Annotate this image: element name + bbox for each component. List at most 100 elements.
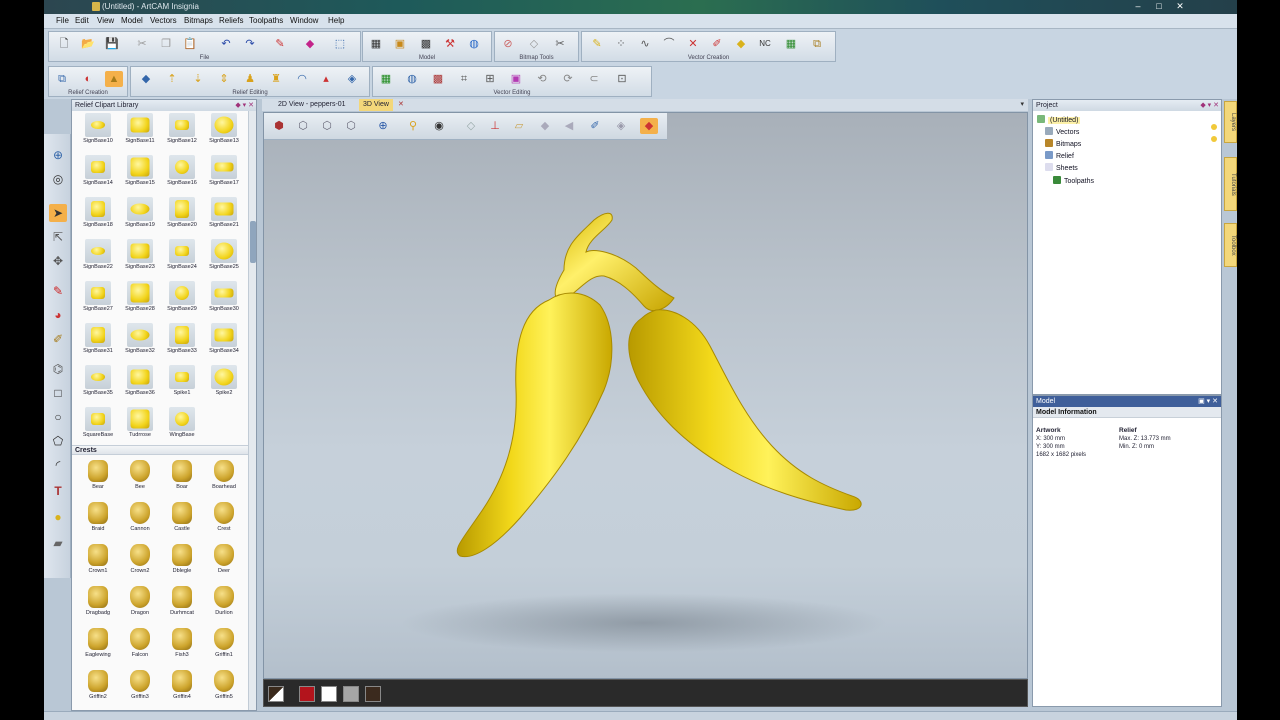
tree-item-toolpaths[interactable]: Toolpaths [1053,176,1094,187]
open-folder-icon[interactable]: 📂 [79,36,97,52]
color-swatch-white[interactable] [321,686,337,702]
vector-nc-icon[interactable]: NC [756,36,774,52]
crest-item[interactable]: Griffin2 [78,667,118,707]
relief-layers-icon[interactable]: ⧉ [53,71,71,87]
fill-drop-icon[interactable]: ● [49,508,67,526]
relief-edit-diamond-icon[interactable]: ◆ [137,71,155,87]
clipart-item[interactable]: SquareBase [78,405,118,445]
crest-item[interactable]: Boarhead [204,457,244,497]
clipart-item[interactable]: SignBase10 [78,111,118,151]
clipart-item[interactable]: SignBase33 [162,321,202,361]
vector-edit-align-icon[interactable]: ⊡ [613,71,631,87]
crest-item[interactable]: Castle [162,499,202,539]
3d-viewport[interactable]: ⬢ ⬡ ⬡ ⬡ ⊕ ⚲ ◉ ◇ ⊥ ▱ ◆ ◀ ✐ ◈ ◆ [263,112,1028,679]
undo-icon[interactable]: ↶ [217,36,235,52]
clipart-item[interactable]: SignBase22 [78,237,118,277]
model-checker-icon[interactable]: ▦ [367,36,385,52]
tab-3d-view[interactable]: 3D View [359,99,393,111]
clipart-item[interactable]: SignBase14 [78,153,118,193]
clipart-item[interactable]: SignBase32 [120,321,160,361]
menu-vectors[interactable]: Vectors [150,16,177,25]
tree-item-relief[interactable]: Relief [1045,151,1074,162]
menu-window[interactable]: Window [290,16,318,25]
fg-bg-color-swatch[interactable] [268,686,284,702]
vector-edit-rotate-icon[interactable]: ⟲ [533,71,551,87]
clipart-item[interactable]: SignBase31 [78,321,118,361]
library-scrollbar[interactable] [248,111,256,710]
relief-plane-icon[interactable]: ◈ [343,71,361,87]
vector-spline-icon[interactable]: ∿ [636,36,654,52]
relief-raise-icon[interactable]: ♜ [267,71,285,87]
rectangle-icon[interactable]: □ [49,384,67,402]
relief-offset-icon[interactable]: ♟ [241,71,259,87]
node-edit-icon[interactable]: ⇱ [49,228,67,246]
clipart-item[interactable]: WingBase [162,405,202,445]
model-image-icon[interactable]: ▩ [417,36,435,52]
crest-item[interactable]: Boar [162,457,202,497]
import-icon[interactable]: ⬚ [331,36,349,52]
crest-item[interactable]: Falcon [120,625,160,665]
vector-arc-icon[interactable]: ⌒ [660,36,678,52]
axes-icon[interactable]: ⊥ [486,118,504,134]
clipart-item[interactable]: SignBase15 [120,153,160,193]
clipart-item[interactable]: SignBase11 [120,111,160,151]
clipart-item[interactable]: SignBase12 [162,111,202,151]
text-icon[interactable]: T [49,482,67,500]
side-view-icon[interactable]: ⬡ [318,118,336,134]
clipart-item[interactable]: SignBase13 [204,111,244,151]
menu-help[interactable]: Help [328,16,344,25]
crest-item[interactable]: Crest [204,499,244,539]
crest-item[interactable]: Eaglewing [78,625,118,665]
vector-edit-scale-icon[interactable]: ⊞ [481,71,499,87]
side-tab-toolbox[interactable]: Toolbox [1224,223,1237,267]
crest-item[interactable]: Bear [78,457,118,497]
library-scroll-thumb[interactable] [250,221,256,263]
paint-brush-icon[interactable]: ✐ [586,118,604,134]
close-button[interactable]: ✕ [1171,1,1189,12]
side-tab-layers[interactable]: Layers [1224,101,1237,143]
redo-icon[interactable]: ↷ [241,36,259,52]
light-icon[interactable]: ⚲ [404,118,422,134]
zoom-view-icon[interactable]: ⊕ [374,118,392,134]
menu-view[interactable]: View [97,16,114,25]
render-icon[interactable]: ◆ [536,118,554,134]
tree-item-vectors[interactable]: Vectors [1045,127,1079,138]
save-icon[interactable]: 💾 [103,36,121,52]
crest-item[interactable]: Griffin4 [162,667,202,707]
polyline-icon[interactable]: ⌬ [49,360,67,378]
bitmap-link-icon[interactable]: ⊘ [499,36,517,52]
clipart-item[interactable]: SignBase34 [204,321,244,361]
crest-item[interactable]: Dragon [120,583,160,623]
vector-edit-grid-icon[interactable]: ▦ [377,71,395,87]
crest-item[interactable]: Crown2 [120,541,160,581]
crest-item[interactable]: Griffin5 [204,667,244,707]
relief-sculpt-icon[interactable]: ⇡ [163,71,181,87]
crest-item[interactable]: Fish3 [162,625,202,665]
edit-pencil-icon[interactable]: ✎ [271,36,289,52]
eraser-icon[interactable]: ◆ [301,36,319,52]
arc-icon[interactable]: ◜ [49,456,67,474]
clipart-item[interactable]: SignBase29 [162,279,202,319]
polygon-icon[interactable]: ⬠ [49,432,67,450]
iso-view-icon[interactable]: ⬢ [270,118,288,134]
paint-icon[interactable]: ◕ [49,306,67,324]
clipart-item[interactable]: SignBase18 [78,195,118,235]
select-arrow-icon[interactable]: ➤ [49,204,67,222]
surface-icon[interactable]: ◈ [612,118,630,134]
relief-texture-icon[interactable]: ▴ [317,71,335,87]
vector-delete-icon[interactable]: ✕ [684,36,702,52]
ellipse-icon[interactable]: ○ [49,408,67,426]
clipart-item[interactable]: SignBase36 [120,363,160,403]
relief-scale-icon[interactable]: ⇕ [215,71,233,87]
copy-icon[interactable]: ❐ [157,36,175,52]
clipart-item[interactable]: Tudrrose [120,405,160,445]
crests-section-header[interactable]: Crests [72,445,248,455]
tab-2d-view[interactable]: 2D View - peppers-01 [274,99,350,111]
color-shade-icon[interactable]: ◆ [640,118,658,134]
tab-menu-icon[interactable]: ▾ [1020,100,1024,108]
menu-edit[interactable]: Edit [75,16,89,25]
tree-item-bitmaps[interactable]: Bitmaps [1045,139,1081,150]
bitmap-shape-icon[interactable]: ◇ [525,36,543,52]
vector-diamond-icon[interactable]: ◆ [732,36,750,52]
side-tab-tutorials[interactable]: Tutorials [1224,157,1237,211]
